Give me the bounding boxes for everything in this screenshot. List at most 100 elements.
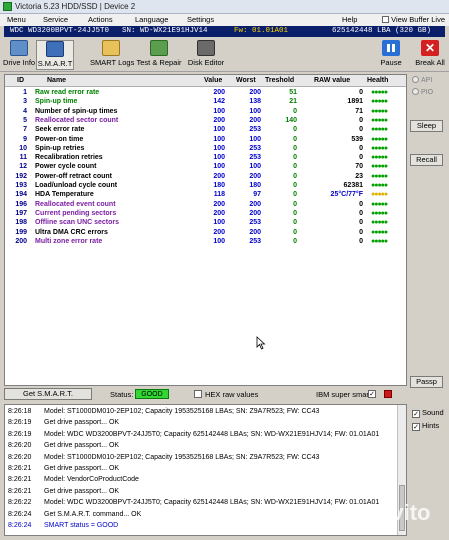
smart-logs-button[interactable]: SMART Logs — [90, 40, 135, 70]
smart-worst-cell: 253 — [249, 144, 261, 152]
smart-health-cell: ●●●●● — [371, 98, 388, 106]
menu-language[interactable]: Language — [135, 15, 168, 24]
smart-name-cell: Offline scan UNC sectors — [35, 219, 120, 227]
smart-worst-cell: 253 — [249, 154, 261, 162]
table-row[interactable]: 193 Load/unload cycle count 180 180 0 62381 ●●… — [5, 182, 406, 191]
log-message: Model: ST1000DM010-2EP102; Capacity 1953… — [44, 408, 320, 415]
smart-name-cell: Power-off retract count — [35, 172, 113, 180]
sound-toggle[interactable]: ✓ Sound — [412, 408, 444, 418]
hints-checkbox[interactable]: ✓ — [412, 423, 420, 431]
smart-health-cell: ●●●●● — [371, 116, 388, 124]
table-row[interactable]: 197 Current pending sectors 200 200 0 0 ●●●●● — [5, 210, 406, 219]
hex-raw-checkbox[interactable] — [194, 390, 202, 398]
smart-id-cell: 200 — [15, 237, 27, 245]
table-row[interactable]: 9 Power-on time 100 100 0 539 ●●●●● — [5, 136, 406, 145]
table-row[interactable]: 7 Seek error rate 100 253 0 0 ●●●●● — [5, 126, 406, 135]
pio-radio-button[interactable] — [412, 88, 419, 95]
ibm-super-smart-checkbox[interactable]: ✓ — [368, 390, 376, 398]
smart-health-cell: ●●●●● — [371, 228, 388, 236]
smart-worst-cell: 138 — [249, 98, 261, 106]
test-repair-button[interactable]: Test & Repair — [136, 40, 182, 70]
menu-service[interactable]: Service — [43, 15, 68, 24]
table-row[interactable]: 10 Spin-up retries 100 253 0 0 ●●●●● — [5, 145, 406, 154]
hex-raw-label: HEX raw values — [205, 390, 259, 399]
disk-editor-button[interactable]: Disk Editor — [186, 40, 226, 70]
sound-checkbox[interactable]: ✓ — [412, 410, 420, 418]
smart-raw-cell: 71 — [355, 107, 363, 115]
log-message: Get drive passport... OK — [44, 465, 120, 472]
smart-health-cell: ●●●●● — [371, 154, 388, 162]
stop-indicator[interactable] — [384, 390, 392, 398]
table-row[interactable]: 199 Ultra DMA CRC errors 200 200 0 0 ●●●●● — [5, 229, 406, 238]
log-line: 8:26:21 Get drive passport... OK — [8, 488, 119, 495]
view-buffer-live-toggle[interactable]: View Buffer Live — [382, 15, 445, 24]
table-row[interactable]: 12 Power cycle count 100 100 0 70 ●●●●● — [5, 163, 406, 172]
smart-treshold-cell: 51 — [289, 89, 297, 96]
log-time: 8:26:19 — [8, 430, 32, 438]
view-buffer-live-label: View Buffer Live — [391, 15, 445, 24]
smart-worst-cell: 253 — [249, 237, 261, 245]
smart-name-cell: Multi zone error rate — [35, 237, 103, 245]
table-row[interactable]: 198 Offline scan UNC sectors 100 253 0 0 ●●●●● — [5, 219, 406, 228]
log-time: 8:26:20 — [8, 442, 32, 450]
window-title: Victoria 5.23 HDD/SSD | Device 2 — [15, 2, 136, 11]
col-name: Name — [47, 77, 67, 84]
smart-status-bar: Get S.M.A.R.T. Status: GOOD HEX raw valu… — [4, 387, 407, 401]
smart-name-cell: Number of spin-up times — [35, 107, 118, 115]
table-row[interactable]: 11 Recalibration retries 100 253 0 0 ●●●●● — [5, 154, 406, 163]
view-buffer-live-checkbox[interactable] — [382, 16, 390, 23]
smart-name-cell: Reallocated sector count — [35, 116, 119, 124]
smart-name-cell: Spin-up retries — [35, 144, 85, 152]
menu-actions[interactable]: Actions — [88, 15, 113, 24]
smart-icon — [46, 41, 64, 57]
smart-worst-cell: 200 — [249, 209, 261, 217]
smart-treshold-cell: 21 — [289, 98, 297, 106]
table-row[interactable]: 194 HDA Temperature 118 97 0 25°C/77°F ●●●●● — [5, 191, 406, 200]
table-row[interactable]: 1 Raw read error rate 200 200 51 0 ●●●●● — [5, 89, 406, 98]
folder-icon — [102, 40, 120, 56]
disk-editor-icon — [197, 40, 215, 56]
api-radio[interactable]: API — [412, 76, 432, 84]
smart-id-cell: 4 — [23, 107, 27, 115]
recall-button[interactable]: Recall — [410, 154, 443, 166]
pio-radio[interactable]: PIO — [412, 88, 433, 96]
passp-button[interactable]: Passp — [410, 376, 443, 388]
table-row[interactable]: 196 Reallocated event count 200 200 0 0 ●●●●● — [5, 201, 406, 210]
smart-raw-cell: 1891 — [347, 98, 363, 106]
log-time: 8:26:20 — [8, 453, 32, 461]
api-radio-button[interactable] — [412, 76, 419, 83]
table-row[interactable]: 5 Reallocated sector count 200 200 140 0 ●●●●● — [5, 117, 406, 126]
menu-settings[interactable]: Settings — [187, 15, 214, 24]
drive-info-button[interactable]: Drive Info — [3, 40, 35, 70]
smart-raw-cell: 0 — [359, 116, 363, 124]
table-row[interactable]: 200 Multi zone error rate 100 253 0 0 ●●●●● — [5, 238, 406, 247]
smart-id-cell: 194 — [15, 191, 27, 199]
smart-raw-cell: 0 — [359, 126, 363, 134]
table-row[interactable]: 4 Number of spin-up times 100 100 0 71 ●●●●● — [5, 108, 406, 117]
smart-worst-cell: 97 — [253, 191, 261, 199]
table-row[interactable]: 3 Spin-up time 142 138 21 1891 ●●●●● — [5, 98, 406, 107]
smart-logs-label: SMART Logs — [90, 58, 135, 67]
smart-id-cell: 193 — [15, 182, 27, 189]
break-all-button[interactable]: ✕ Break All — [414, 40, 446, 70]
table-row[interactable]: 192 Power-off retract count 200 200 0 23 ●●●●● — [5, 173, 406, 182]
get-smart-button[interactable]: Get S.M.A.R.T. — [4, 388, 92, 400]
pause-button[interactable]: Pause — [378, 40, 404, 70]
smart-name-cell: Ultra DMA CRC errors — [35, 228, 108, 236]
smart-id-cell: 192 — [15, 172, 27, 180]
test-repair-icon — [150, 40, 168, 56]
smart-button[interactable]: S.M.A.R.T — [36, 40, 74, 70]
log-line: 8:26:21 Model: VendorCoProductCode — [8, 476, 139, 483]
ibm-super-smart-text: IBM super smart: — [316, 390, 374, 399]
smart-health-cell: ●●●●● — [371, 237, 388, 245]
smart-worst-cell: 180 — [249, 182, 261, 189]
hints-label: Hints — [422, 421, 440, 430]
hints-toggle[interactable]: ✓ Hints — [412, 421, 439, 431]
log-time: 8:26:24 — [8, 522, 32, 529]
log-message: Get drive passport... OK — [44, 419, 120, 427]
drive-info-label: Drive Info — [3, 58, 36, 67]
sleep-button[interactable]: Sleep — [410, 120, 443, 132]
menu-help[interactable]: Help — [342, 15, 357, 24]
smart-id-cell: 199 — [15, 228, 27, 236]
menu-menu[interactable]: Menu — [7, 15, 26, 24]
